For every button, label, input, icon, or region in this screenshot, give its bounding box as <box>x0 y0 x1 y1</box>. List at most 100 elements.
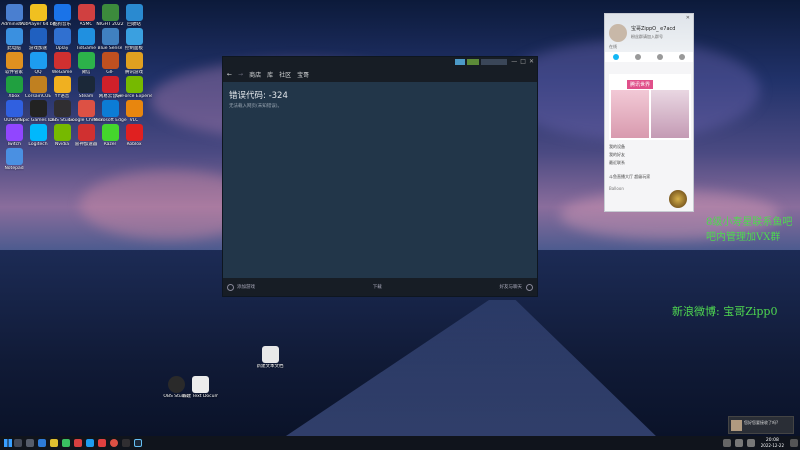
steam-content: 错误代码: -324 无法载入网页(未知错误)。 <box>223 82 537 278</box>
desktop-icon-label: Uplay <box>55 46 69 51</box>
error-message: 无法载入网页(未知错误)。 <box>229 104 283 109</box>
desktop-icon-label: 回收站 <box>127 22 141 27</box>
friends-chat-button[interactable]: 好友与聊天 <box>500 284 523 290</box>
desktop-icon[interactable]: Notepad <box>0 148 32 184</box>
list-item[interactable]: 我的设备 <box>609 144 691 152</box>
app-icon <box>125 52 143 69</box>
notification-center-icon[interactable] <box>790 439 798 447</box>
list-item[interactable]: 最近联系 <box>609 160 691 168</box>
taskbar-app-icon[interactable] <box>86 439 94 447</box>
taskbar-app-icon[interactable] <box>50 439 58 447</box>
app-icon <box>125 76 143 93</box>
minimize-icon[interactable]: — <box>511 58 517 65</box>
taskbar-app-icon[interactable] <box>122 439 130 447</box>
network-icon[interactable] <box>746 439 755 447</box>
notification-button[interactable] <box>455 58 466 65</box>
account-menu[interactable] <box>481 58 508 65</box>
desktop-icon-label: Xbox <box>8 94 20 99</box>
desktop-icon-label: Razer <box>103 142 117 147</box>
banner-image <box>611 90 649 138</box>
taskbar-app-icon[interactable] <box>74 439 82 447</box>
app-icon <box>125 124 143 141</box>
desktop-file-icon[interactable]: 新建文本文档 <box>252 346 288 382</box>
desktop-icon[interactable]: Roblox <box>116 124 152 160</box>
volume-icon[interactable] <box>734 439 743 447</box>
qq-tabs <box>605 52 693 62</box>
qq-panel[interactable]: 宝哥ZippO_ e7acd 粉丝群请加入群号 在线 ✕ 腾讯世界 我的设备 我… <box>604 13 694 212</box>
feed-logo-icon <box>669 190 687 208</box>
downloads-button[interactable]: 下载 <box>373 285 382 290</box>
game-tab-icon[interactable] <box>679 54 685 60</box>
task-view-icon[interactable] <box>26 439 34 447</box>
desktop-icon-label: QQ <box>34 70 42 75</box>
add-game-button[interactable]: 添加游戏 <box>237 284 255 290</box>
notification-toast[interactable]: 您好您要接收了吗? <box>728 416 794 434</box>
taskbar-app-icon[interactable] <box>38 439 46 447</box>
app-icon <box>125 28 143 45</box>
message-tab-icon[interactable] <box>613 54 619 60</box>
error-title: 错误代码: -324 <box>229 91 288 101</box>
maximize-icon[interactable]: □ <box>520 58 526 65</box>
desktop-icon-label: GIF <box>106 70 114 75</box>
desktop-doc-icon[interactable]: 新建 Text Document <box>182 376 218 412</box>
search-icon[interactable] <box>14 439 22 447</box>
notification-text: 您好您要接收了吗? <box>744 420 779 425</box>
desktop-icon-label: GeForce Experience <box>116 94 152 99</box>
overlay-text-line3: 新浪微博: 宝哥Zipp0 <box>672 305 778 318</box>
desktop-icon-label: 腾讯游戏 <box>125 70 143 75</box>
steam-footer: 添加游戏 下载 好友与聊天 <box>223 278 537 296</box>
desktop-icon-label: Notepad <box>4 166 24 171</box>
desktop-icon-label: 控制面板 <box>125 46 143 51</box>
desktop-icon-label: VLC <box>129 118 139 123</box>
nav-community[interactable]: 社区 <box>279 70 291 79</box>
nav-store[interactable]: 商店 <box>249 70 261 79</box>
steam-window[interactable]: — □ ✕ ← → 商店 库 社区 宝哥 错误代码: -324 无法载入网页(未… <box>222 56 538 297</box>
document-icon <box>191 376 209 393</box>
desktop-file-label: 新建文本文档 <box>256 364 284 369</box>
notification-avatar <box>731 420 742 431</box>
qq-list: 我的设备 我的好友 最近联系 斗鱼直播大厅 超级玩家 Balloon <box>609 144 691 191</box>
desktop-icon-label: 微信 <box>81 70 91 75</box>
close-icon[interactable]: ✕ <box>529 58 534 65</box>
friends-button[interactable] <box>467 58 480 65</box>
chat-icon[interactable] <box>526 283 533 291</box>
taskbar-steam-icon[interactable] <box>134 439 142 447</box>
taskbar-app-icon[interactable] <box>110 439 118 447</box>
space-tab-icon[interactable] <box>657 54 663 60</box>
nav-library[interactable]: 库 <box>267 70 273 79</box>
taskbar: 20:08 2022-12-22 <box>0 436 800 450</box>
forward-icon[interactable]: → <box>238 71 243 78</box>
close-icon[interactable]: ✕ <box>686 15 690 21</box>
app-icon <box>125 4 143 21</box>
taskbar-app-icon[interactable] <box>62 439 70 447</box>
banner-image <box>651 90 689 138</box>
steam-titlebar: — □ ✕ <box>223 57 537 66</box>
qq-username: 宝哥ZippO_ e7acd <box>631 26 676 32</box>
steam-nav: ← → 商店 库 社区 宝哥 <box>223 66 537 82</box>
nav-profile[interactable]: 宝哥 <box>297 70 309 79</box>
desktop-icon-label: A5MC <box>79 22 93 27</box>
overlay-text-line1: 8级小寿星联系鱼吧 <box>706 217 793 228</box>
clock-date: 2022-12-22 <box>760 443 784 448</box>
desktop-icon-label: 此电脑 <box>7 46 21 51</box>
qq-signature: 粉丝群请加入群号 <box>631 34 663 39</box>
text-document-icon <box>261 346 279 363</box>
banner-title: 腾讯世界 <box>627 80 654 89</box>
desktop-icon-label: Roblox <box>126 142 142 147</box>
feed-text[interactable]: 斗鱼直播大厅 超级玩家 <box>609 174 691 180</box>
tray-icon[interactable] <box>722 439 731 447</box>
add-game-icon[interactable] <box>227 283 234 291</box>
desktop-icon-label: Twitch <box>6 142 22 147</box>
start-icon[interactable] <box>4 439 12 447</box>
avatar[interactable] <box>609 24 627 42</box>
app-icon <box>125 100 143 117</box>
clock[interactable]: 20:08 2022-12-22 <box>761 438 784 448</box>
qq-banner[interactable]: 腾讯世界 <box>609 74 691 140</box>
contacts-tab-icon[interactable] <box>635 54 641 60</box>
qq-status[interactable]: 在线 <box>609 44 617 50</box>
taskbar-app-icon[interactable] <box>98 439 106 447</box>
overlay-text-line2: 吧内管理加VX群 <box>706 232 781 243</box>
doc-label: 新建 Text Document <box>182 394 218 399</box>
list-item[interactable]: 我的好友 <box>609 152 691 160</box>
back-icon[interactable]: ← <box>227 71 232 78</box>
